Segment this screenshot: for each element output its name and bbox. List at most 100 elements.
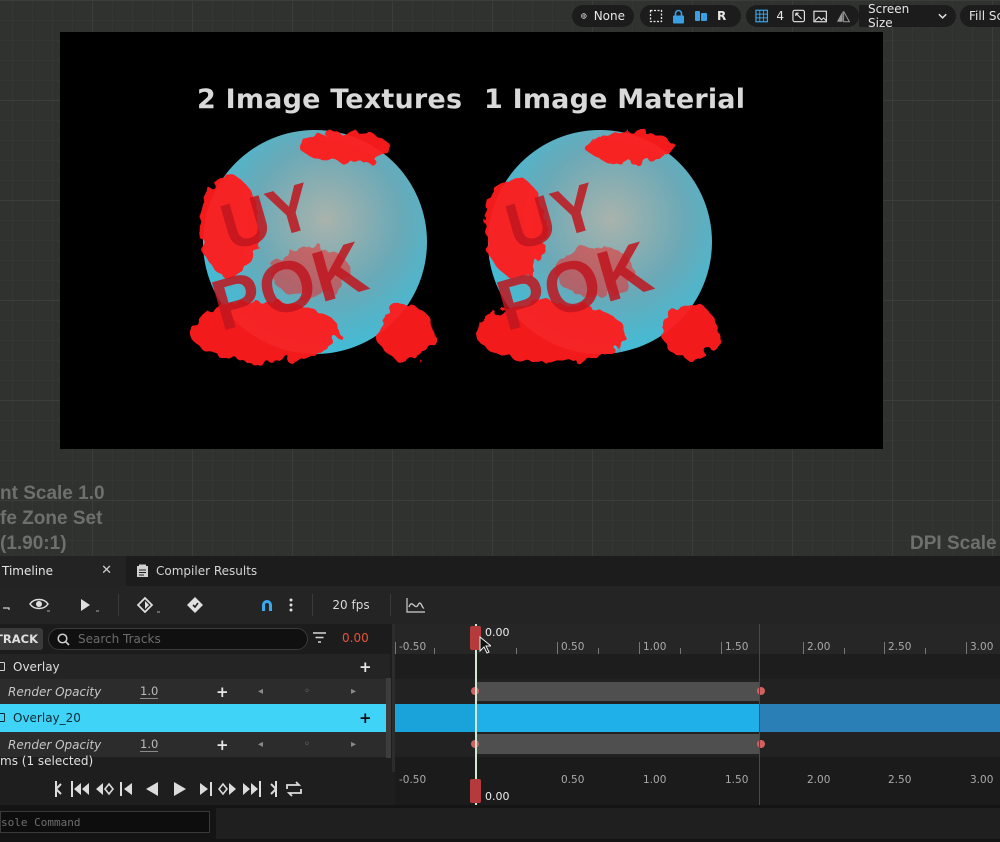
ruler-label: 2.50 <box>888 641 912 653</box>
add-track-button[interactable]: TRACK <box>0 628 43 650</box>
loop-icon[interactable] <box>284 780 304 798</box>
sequencer-toolbar: 20 fps <box>0 586 1000 624</box>
console-placeholder: sole Command <box>1 815 81 829</box>
more-options-icon[interactable] <box>286 595 296 615</box>
mouse-cursor-icon <box>479 636 491 654</box>
console-command-input[interactable]: sole Command <box>0 811 210 833</box>
jump-to-end-icon[interactable] <box>268 780 278 798</box>
property-value-field[interactable]: 1.0 <box>140 684 159 699</box>
timeline-lane-render-opacity[interactable] <box>395 679 1000 704</box>
close-icon[interactable]: ✕ <box>101 563 112 578</box>
tab-compiler-label: Compiler Results <box>156 564 258 578</box>
playhead-handle-bottom[interactable] <box>470 779 481 803</box>
tab-timeline-label: Timeline <box>2 564 54 578</box>
key-dot-icon[interactable]: ◦ <box>304 739 310 750</box>
image-icon[interactable] <box>813 10 828 23</box>
tab-timeline[interactable]: Timeline ✕ <box>0 556 126 586</box>
r-toggle[interactable]: R <box>717 9 726 23</box>
opacity-section-bar[interactable] <box>475 734 759 754</box>
playback-end-marker-bottom[interactable] <box>759 772 760 805</box>
previous-key-icon[interactable] <box>94 780 114 798</box>
eye-icon[interactable] <box>28 595 52 615</box>
playback-options-icon[interactable] <box>78 595 102 615</box>
filter-icon[interactable] <box>312 632 327 644</box>
timeline-lane-overlay-20[interactable] <box>395 704 1000 732</box>
play-reverse-icon[interactable] <box>144 780 160 798</box>
toolbar-divider <box>312 594 313 616</box>
timeline-track-area[interactable]: -0.50 0.50 1.00 1.50 2.00 2.50 3.00 0.00 <box>395 624 1000 772</box>
add-key-button[interactable]: + <box>216 736 229 754</box>
mirror-icon[interactable] <box>836 10 850 23</box>
dpi-scale-label: DPI Scale 2 <box>910 533 1000 554</box>
ruler-label: -0.50 <box>399 774 427 786</box>
track-list-scrollbar[interactable] <box>386 678 391 758</box>
widget-canvas[interactable]: 2 Image Textures 1 Image Material UY POK <box>60 32 883 449</box>
playhead-time-label-bottom: 0.00 <box>485 790 510 803</box>
sphere-texture-image-left: UY POK <box>190 130 433 362</box>
current-time-field[interactable]: 0.00 <box>342 631 369 645</box>
screen-size-dropdown[interactable]: Screen Size <box>859 2 956 30</box>
grid-size-value[interactable]: 4 <box>776 9 784 23</box>
item-count-label: ms (1 selected) <box>0 754 94 768</box>
save-icon[interactable] <box>0 595 14 615</box>
bottom-time-ruler[interactable]: -0.50 0.50 1.00 1.50 2.00 2.50 3.00 0.00 <box>395 772 1000 805</box>
respect-locks-icon[interactable] <box>694 9 708 23</box>
search-tracks-input[interactable]: Search Tracks <box>48 628 308 650</box>
ruler-label: 0.50 <box>561 774 585 786</box>
step-forward-icon[interactable] <box>198 780 214 798</box>
fill-screen-dropdown[interactable]: Fill Sc <box>960 5 1000 27</box>
playback-end-marker[interactable] <box>759 624 760 772</box>
ruler-label: -0.50 <box>399 641 427 653</box>
timeline-lane-render-opacity-2[interactable] <box>395 732 1000 757</box>
grid-options-group: 4 <box>746 5 859 27</box>
next-key-icon[interactable]: ▸ <box>351 739 356 750</box>
track-row-overlay[interactable]: Overlay + <box>0 654 390 679</box>
ruler-tick <box>721 642 722 654</box>
key-interpolation-icon[interactable] <box>135 595 163 615</box>
next-key-icon[interactable]: ▸ <box>351 686 356 697</box>
next-frame-icon[interactable] <box>242 780 262 798</box>
widget-icon <box>0 713 5 722</box>
track-row-overlay-20[interactable]: Overlay_20 + <box>0 704 390 732</box>
viewport-toolbar: None R 4 Screen Size Fill Sc <box>0 0 1000 32</box>
ruler-label: 1.00 <box>643 641 667 653</box>
console-bar: sole Command <box>0 805 1000 842</box>
framerate-dropdown[interactable]: 20 fps <box>328 595 374 615</box>
ruler-label: 1.50 <box>725 641 749 653</box>
opacity-section-bar[interactable] <box>475 682 759 701</box>
ruler-label: 2.00 <box>807 774 831 786</box>
world-space-toggle[interactable]: None <box>572 5 634 27</box>
add-key-button[interactable]: + <box>216 683 229 701</box>
step-back-icon[interactable] <box>118 780 134 798</box>
curve-editor-icon[interactable] <box>405 595 427 615</box>
tab-compiler-results[interactable]: Compiler Results <box>136 556 257 586</box>
grid-snap-icon[interactable] <box>755 9 769 23</box>
snap-magnet-icon[interactable] <box>258 595 276 615</box>
property-row-render-opacity[interactable]: Render Opacity 1.0 + ◂ ◦ ▸ <box>0 679 390 704</box>
next-key-icon[interactable] <box>218 780 238 798</box>
play-icon[interactable] <box>172 780 188 798</box>
transform-icon[interactable] <box>792 9 805 23</box>
prev-key-icon[interactable]: ◂ <box>258 739 263 750</box>
previous-frame-icon[interactable] <box>70 780 90 798</box>
font-scale-label: nt Scale 1.0 <box>0 483 105 504</box>
fill-screen-label: Fill Sc <box>969 9 1000 23</box>
jump-to-start-icon[interactable] <box>54 780 64 798</box>
ruler-label: 2.50 <box>888 774 912 786</box>
marquee-icon[interactable] <box>649 9 663 23</box>
add-property-button[interactable]: + <box>359 658 372 676</box>
property-value-field[interactable]: 1.0 <box>140 737 159 752</box>
key-edit-icon[interactable] <box>185 595 205 615</box>
ruler-label: 3.00 <box>970 641 994 653</box>
add-property-button[interactable]: + <box>359 709 372 727</box>
status-bar-area <box>216 808 1000 839</box>
overlay-20-section-bar[interactable] <box>475 704 760 732</box>
world-space-label: None <box>593 9 625 23</box>
timeline-lane-overlay[interactable] <box>395 654 1000 679</box>
left-canvas-title: 2 Image Textures <box>197 84 463 115</box>
key-dot-icon[interactable]: ◦ <box>304 686 310 697</box>
lock-icon[interactable] <box>672 9 685 24</box>
designer-viewport[interactable]: None R 4 Screen Size Fill Sc 2 Image Tex… <box>0 0 1000 556</box>
section-beyond-end <box>760 704 1000 732</box>
prev-key-icon[interactable]: ◂ <box>258 686 263 697</box>
